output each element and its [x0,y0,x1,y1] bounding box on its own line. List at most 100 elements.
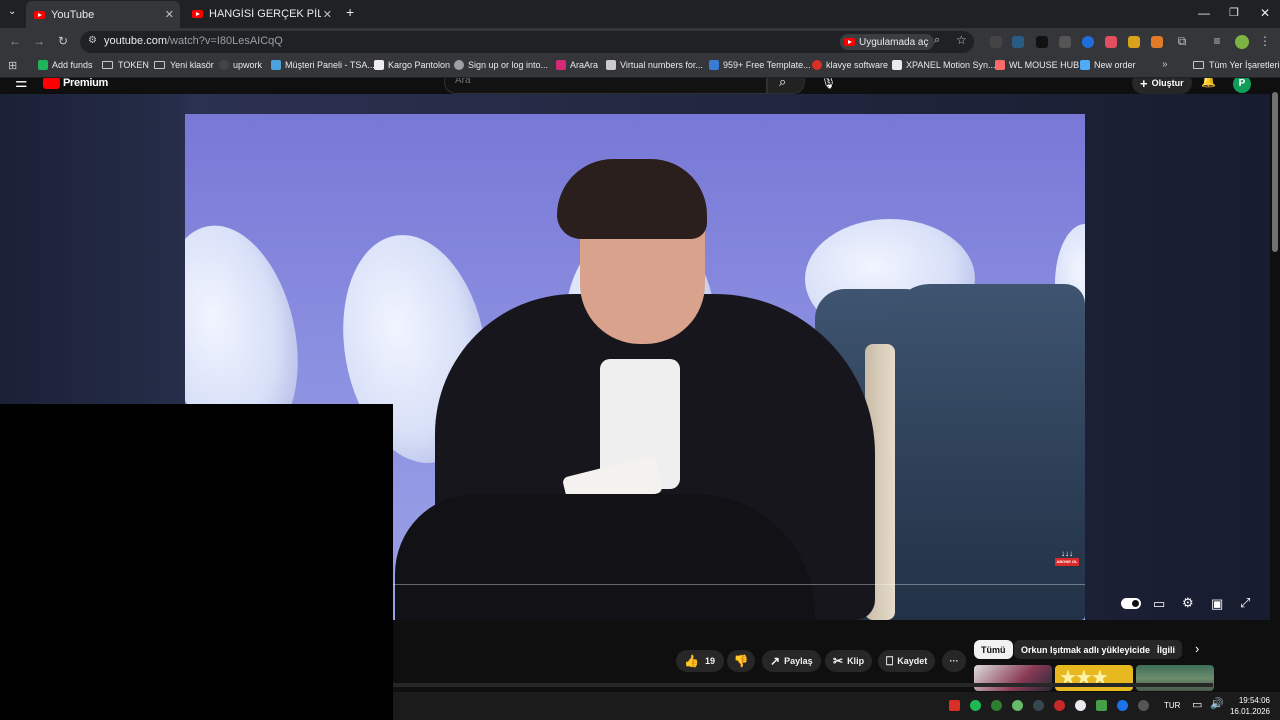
tray-app-icon[interactable] [1075,700,1086,711]
reload-icon[interactable]: ↻ [56,34,70,48]
bookmark-yeni-klasor[interactable]: Yeni klasör [154,60,214,70]
bookmark-klavye-software[interactable]: klavye software [812,60,888,70]
url-text[interactable]: youtube.com/watch?v=I80LesAICqQ [104,35,283,47]
back-icon[interactable]: ← [8,34,22,48]
bookmark-token[interactable]: TOKEN [102,60,149,70]
bookmark-icon: ⎕ [886,653,894,668]
bookmark-star-icon[interactable]: ☆ [956,33,967,47]
like-button[interactable]: 👍 19 [676,650,724,672]
tray-app-icon[interactable] [1054,700,1065,711]
subscribe-watermark[interactable]: ↓↓↓ ABONE OL [1055,550,1079,572]
microphone-tray-icon[interactable] [1138,700,1149,711]
close-window-button[interactable]: ✕ [1260,6,1270,20]
tray-app-icon[interactable] [1012,700,1023,711]
bookmark-favicon-icon [556,60,566,70]
bookmark-favicon-icon [454,60,464,70]
hair-shape [557,159,707,239]
bookmark-sign-up[interactable]: Sign up or log into... [454,60,548,70]
extension-icon[interactable] [1036,36,1048,48]
extension-icon[interactable] [1105,36,1117,48]
restore-button[interactable]: ❐ [1229,6,1239,19]
folder-icon [1193,61,1204,69]
tray-app-icon[interactable] [1033,700,1044,711]
search-button[interactable]: ⌕ [767,78,805,94]
save-button[interactable]: ⎕ Kaydet [878,650,936,672]
clip-button[interactable]: ✂ Klip [825,650,873,672]
extension-icon[interactable] [990,36,1002,48]
bookmark-musteri-paneli[interactable]: Müşteri Paneli - TSA... [271,60,375,70]
chip-related[interactable]: İlgili [1150,640,1182,659]
autoplay-toggle[interactable] [1121,598,1141,609]
page-scrollbar[interactable] [1270,78,1280,692]
new-tab-button[interactable]: + [346,4,354,20]
tray-app-icon[interactable] [949,700,960,711]
steam-icon[interactable] [1117,700,1128,711]
bookmark-araara[interactable]: AraAra [556,60,598,70]
youtube-logo-icon [43,78,60,89]
video-thumbnail[interactable] [1136,665,1214,691]
video-thumbnail[interactable]: ★★★ [1055,665,1133,691]
bookmark-upwork[interactable]: upwork [219,60,262,70]
chip-from-uploader[interactable]: Orkun Işıtmak adlı yükleyiciden [1014,640,1163,659]
all-bookmarks-button[interactable]: Tüm Yer İşaretleri [1193,60,1280,70]
settings-gear-icon[interactable]: ⚙ [1182,595,1194,611]
system-clock[interactable]: 19:54:06 16.01.2026 [1230,695,1270,717]
extension-icon[interactable] [1128,36,1140,48]
tray-app-icon[interactable] [991,700,1002,711]
bookmark-kargo-pantolon[interactable]: Kargo Pantolon [374,60,450,70]
apps-grid-icon[interactable]: ⊞ [8,59,17,72]
progress-bar[interactable] [393,584,1085,585]
menu-icon[interactable]: ☰ [15,78,28,91]
bookmark-virtual-numbers[interactable]: Virtual numbers for... [606,60,703,70]
profile-avatar[interactable] [1235,35,1249,49]
bookmark-add-funds[interactable]: Add funds [38,60,93,70]
chip-all[interactable]: Tümü [974,640,1013,659]
address-bar[interactable]: ⚙ youtube.com/watch?v=I80LesAICqQ Uygula… [80,31,974,53]
more-actions-button[interactable]: ··· [942,650,966,672]
tab-search-chevron-icon[interactable]: ⌄ [8,6,16,17]
site-info-icon[interactable]: ⚙ [88,35,97,46]
network-icon[interactable]: ▭ [1192,698,1202,711]
video-thumbnail[interactable] [974,665,1052,691]
create-button[interactable]: + Oluştur [1132,78,1192,94]
fullscreen-icon[interactable]: ⤢ [1240,595,1250,611]
tab-video[interactable]: HANGİSİ GERÇEK PİLOT?! ft. @ ✕ [184,3,338,25]
avatar[interactable]: P [1233,78,1251,93]
notifications-bell-icon[interactable]: 🔔 [1201,78,1216,88]
tab-title: HANGİSİ GERÇEK PİLOT?! ft. @ [209,8,321,20]
youtube-logo[interactable]: Premium [43,78,108,89]
subtitles-icon[interactable]: ▭ [1153,596,1165,612]
bookmark-free-templates[interactable]: 959+ Free Template... [709,60,811,70]
person-legs-shape [395,494,815,620]
browser-menu-icon[interactable]: ⋮ [1258,34,1272,48]
extension-icon[interactable] [1151,36,1163,48]
extension-icon[interactable] [1012,36,1024,48]
bookmark-new-order[interactable]: New order [1080,60,1136,70]
bookmarks-more-button[interactable]: » [1162,59,1168,70]
bookmark-wl-mouse-hub[interactable]: WL MOUSE HUB [995,60,1079,70]
scrollbar-thumb[interactable] [1272,92,1278,252]
extension-icon[interactable] [1082,36,1094,48]
tab-youtube[interactable]: YouTube ✕ [26,1,180,28]
minimize-button[interactable]: — [1198,6,1210,20]
forward-icon[interactable]: → [32,34,46,48]
microphone-icon[interactable]: 🎙 [820,78,837,90]
chevron-right-icon[interactable]: › [1195,641,1199,656]
tab-groups-icon[interactable]: ≡ [1210,34,1224,48]
extensions-puzzle-icon[interactable]: ⧉ [1175,34,1189,49]
dislike-button[interactable]: 👎 [727,650,755,672]
bookmark-xpanel[interactable]: XPANEL Motion Syn... [892,60,996,70]
extension-icon[interactable] [1059,36,1071,48]
search-input[interactable]: Ara [444,78,767,94]
spotify-icon[interactable] [970,700,981,711]
tray-app-icon[interactable] [1096,700,1107,711]
language-indicator[interactable]: TUR [1164,701,1180,710]
miniplayer-icon[interactable]: ▣ [1211,596,1223,612]
arrows-icon: ↓↓↓ [1061,549,1073,558]
open-in-app-button[interactable]: Uygulamada aç [840,34,935,50]
share-button[interactable]: ↗ Paylaş [762,650,821,672]
close-icon[interactable]: ✕ [323,8,332,21]
zoom-icon[interactable]: ⌕ [934,34,940,47]
close-icon[interactable]: ✕ [165,8,174,21]
volume-icon[interactable]: 🔊 [1210,697,1224,710]
